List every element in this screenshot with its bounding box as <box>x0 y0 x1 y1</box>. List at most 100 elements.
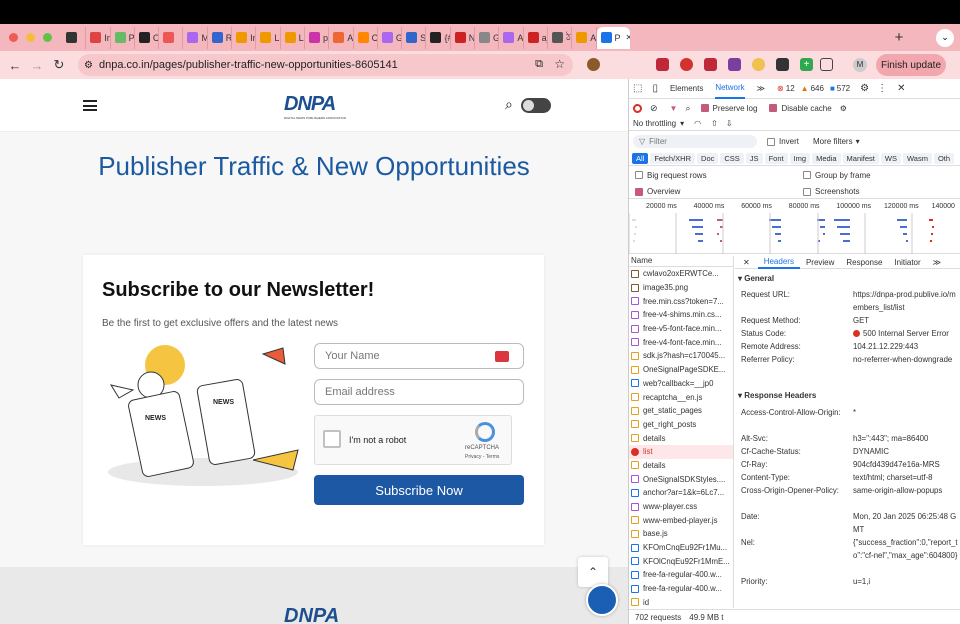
request-row[interactable]: www-embed-player.js <box>629 513 733 527</box>
record-icon[interactable] <box>633 103 642 113</box>
bookmark-star-icon[interactable]: ☆ <box>554 57 565 71</box>
extension-red-icon[interactable] <box>656 58 669 71</box>
extension-cookie-icon[interactable] <box>587 58 600 71</box>
browser-tab[interactable]: Ri <box>208 26 233 49</box>
forward-arrow-icon[interactable]: → <box>26 58 48 73</box>
request-row[interactable]: KFOlCnqEu92Fr1MmE... <box>629 554 733 568</box>
type-filter-chip[interactable]: Doc <box>697 152 719 164</box>
new-tab-plus-icon[interactable]: + <box>888 29 910 46</box>
request-row[interactable]: free-v4-font-face.min... <box>629 335 733 349</box>
request-row[interactable]: free.min.css?token=7... <box>629 294 733 308</box>
profile-avatar[interactable]: M <box>853 58 867 72</box>
browser-tab[interactable]: A <box>572 26 597 49</box>
extension-bug-icon[interactable] <box>680 58 693 71</box>
invert-checkbox[interactable] <box>767 137 775 146</box>
extension-plus-icon[interactable]: + <box>800 58 813 71</box>
group-frame-checkbox[interactable] <box>803 171 811 179</box>
detail-tab-preview[interactable]: Preview <box>800 256 840 269</box>
wifi-icon[interactable]: ◠ <box>694 119 701 128</box>
extension-circle-icon[interactable] <box>752 58 765 71</box>
request-row[interactable]: sdk.js?hash=c170045... <box>629 349 733 363</box>
search-icon[interactable]: ⌕ <box>505 96 513 113</box>
type-filter-chip[interactable]: Img <box>789 152 811 164</box>
browser-tab[interactable]: A <box>499 26 524 49</box>
browser-tab[interactable]: N <box>451 26 476 49</box>
detail-tab-initiator[interactable]: Initiator <box>888 256 926 269</box>
browser-tab[interactable]: pi <box>305 26 330 49</box>
extension-clock-icon[interactable] <box>776 58 789 71</box>
browser-tab[interactable]: C <box>354 26 378 49</box>
screenshots-checkbox[interactable] <box>803 187 811 196</box>
throttling-select[interactable]: No throttling <box>633 119 676 128</box>
close-window-button[interactable] <box>9 33 18 42</box>
notification-bell-icon[interactable] <box>586 584 618 616</box>
network-filter-input[interactable]: ▽ Filter <box>633 135 757 148</box>
more-tabs-icon[interactable]: ≫ <box>757 84 765 93</box>
type-filter-chip[interactable]: Font <box>764 152 788 164</box>
filter-funnel-icon[interactable]: ▼ <box>670 104 678 113</box>
type-filter-chip[interactable]: Media <box>812 152 841 164</box>
request-row[interactable]: www-player.css <box>629 500 733 514</box>
detail-tab-headers[interactable]: Headers <box>757 256 800 269</box>
browser-tab[interactable]: aj <box>524 26 548 49</box>
browser-tab[interactable]: C <box>135 26 160 49</box>
autofill-icon[interactable] <box>495 351 509 362</box>
throttling-chevron-icon[interactable]: ▾ <box>680 119 684 128</box>
more-detail-tabs-icon[interactable]: ≫ <box>927 256 947 269</box>
type-filter-chip[interactable]: CSS <box>720 152 744 164</box>
more-options-icon[interactable]: ⋮ <box>877 83 887 94</box>
request-row[interactable]: list <box>629 444 733 459</box>
browser-tab[interactable] <box>159 26 184 49</box>
close-devtools-icon[interactable]: ✕ <box>897 83 905 94</box>
type-filter-chip[interactable]: Wasm <box>902 152 932 164</box>
close-tab-icon[interactable]: ✕ <box>626 33 630 42</box>
hamburger-menu-icon[interactable] <box>83 100 97 111</box>
browser-tab[interactable]: G <box>475 26 500 49</box>
name-column-header[interactable]: Name <box>629 256 733 267</box>
request-row[interactable]: free-fa-regular-400.w... <box>629 568 733 582</box>
warning-count[interactable]: 646 <box>811 84 824 93</box>
request-row[interactable]: free-v4-shims.min.cs... <box>629 308 733 322</box>
general-section-header[interactable]: ▾ General <box>738 274 774 283</box>
browser-tab[interactable]: Li <box>281 26 305 49</box>
browser-tab[interactable] <box>62 26 87 49</box>
address-bar[interactable]: ⚙ dnpa.co.in/pages/publisher-traffic-new… <box>78 54 573 76</box>
browser-tab[interactable]: Si <box>402 26 427 49</box>
site-info-icon[interactable]: ⚙ <box>84 60 93 71</box>
devtools-tab-network[interactable]: Network <box>715 79 745 99</box>
type-filter-chip[interactable]: JS <box>745 152 763 164</box>
request-row[interactable]: free-fa-regular-400.w... <box>629 582 733 596</box>
scroll-to-top-chevron-up-icon[interactable]: ⌃ <box>578 557 608 587</box>
request-row[interactable]: image35.png <box>629 281 733 295</box>
extensions-puzzle-icon[interactable] <box>820 58 833 71</box>
browser-tab[interactable]: G <box>378 26 403 49</box>
overview-checkbox[interactable] <box>635 187 643 196</box>
browser-tab[interactable]: In <box>86 26 111 49</box>
error-count[interactable]: 12 <box>786 84 795 93</box>
clear-icon[interactable]: ⊘ <box>650 103 658 114</box>
request-row[interactable]: base.js <box>629 527 733 541</box>
network-search-icon[interactable]: ⌕ <box>685 103 690 114</box>
browser-tab[interactable]: M <box>183 26 208 49</box>
info-count[interactable]: 572 <box>837 84 850 93</box>
tab-search-chevron-icon[interactable]: ⌄ <box>936 28 954 47</box>
preserve-log-checkbox[interactable] <box>700 104 709 112</box>
browser-tab[interactable]: P ✕ <box>596 26 630 49</box>
type-filter-chip[interactable]: Fetch/XHR <box>650 152 696 164</box>
type-filter-chip[interactable]: All <box>632 152 649 164</box>
request-row[interactable]: id <box>629 596 733 609</box>
request-row[interactable]: get_static_pages <box>629 404 733 418</box>
devtools-tab-elements[interactable]: Elements <box>670 84 703 93</box>
finish-update-button[interactable]: Finish update <box>876 54 946 76</box>
request-row[interactable]: KFOmCnqEu92Fr1Mu... <box>629 541 733 555</box>
settings-gear-icon[interactable]: ⚙ <box>860 83 869 94</box>
import-icon[interactable]: ⇧ <box>711 119 718 128</box>
inspect-element-icon[interactable]: ⬚ <box>633 83 642 94</box>
browser-tab[interactable]: ঠ <box>548 26 573 49</box>
subscribe-button[interactable]: Subscribe Now <box>314 475 524 505</box>
browser-tab[interactable]: Pi <box>111 26 135 49</box>
response-headers-section-header[interactable]: ▾ Response Headers <box>738 391 816 400</box>
detail-tab-response[interactable]: Response <box>840 256 888 269</box>
more-filters-button[interactable]: More filters <box>813 137 853 146</box>
request-row[interactable]: web?callback=__jp0 <box>629 377 733 391</box>
